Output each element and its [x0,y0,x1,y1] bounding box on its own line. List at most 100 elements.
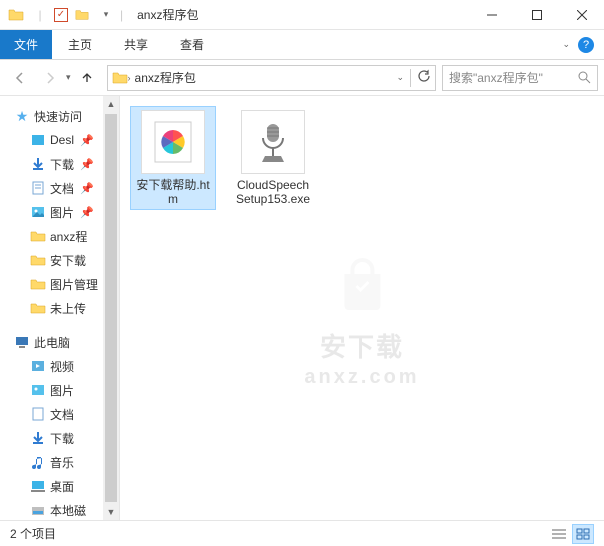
tree-item-icon [30,358,46,374]
tab-home[interactable]: 主页 [52,30,108,59]
sidebar-item[interactable]: 未上传 [0,296,119,320]
file-grid: 安下载帮助.htm CloudSpeechSetup153.exe [130,106,316,210]
item-count: 2 个项目 [10,525,56,542]
pin-icon: 📌 [80,206,94,219]
tree-item-icon: ★ [14,108,30,124]
window-controls [469,0,604,29]
help-icon[interactable]: ? [578,37,594,53]
sidebar-scrollbar[interactable]: ▲ ▼ [103,96,119,520]
forward-button[interactable] [36,64,64,92]
tree-item-icon [14,334,30,350]
pin-icon: 📌 [80,182,94,195]
content-pane[interactable]: 安下载 anxz.com 安下载帮助.htm CloudSpeechSetup15… [120,96,604,520]
tab-share[interactable]: 共享 [108,30,164,59]
history-dropdown-icon[interactable]: ▾ [66,72,71,83]
file-thumbnail [141,110,205,174]
qat-dropdown-icon[interactable]: ▾ [96,5,116,25]
sidebar-item[interactable]: 视频 [0,354,119,378]
icons-view-button[interactable] [572,524,594,544]
tree-item-label: 本地磁 [50,502,86,519]
tree-item-icon [30,276,46,292]
sidebar-item[interactable]: 图片 📌 [0,200,119,224]
scroll-thumb[interactable] [105,114,117,502]
tree-item-label: Desl [50,133,74,147]
tree-item-icon [30,132,46,148]
tree-item-label: 快速访问 [34,108,82,125]
sidebar-item[interactable]: 本地磁 [0,498,119,520]
nav-tree: ★快速访问Desl📌下载📌文档📌图片📌anxz程安下载图片管理未上传此电脑视频图… [0,104,119,520]
sidebar-item[interactable]: 下载 📌 [0,152,119,176]
tree-item-label: 文档 [50,406,74,423]
address-text: anxz程序包 [131,69,397,86]
sidebar-item[interactable]: 桌面 [0,474,119,498]
file-item[interactable]: 安下载帮助.htm [130,106,216,210]
tab-view[interactable]: 查看 [164,30,220,59]
details-view-button[interactable] [548,524,570,544]
sidebar-item[interactable]: 此电脑 [0,330,119,354]
pin-icon: 📌 [80,158,94,171]
folder-icon [112,70,128,86]
close-button[interactable] [559,0,604,29]
tree-item-label: 桌面 [50,478,74,495]
folder-icon [6,5,26,25]
qat-divider: | [30,5,50,25]
tree-item-label: 未上传 [50,300,86,317]
address-dropdown-icon[interactable]: ⌄ [396,72,404,83]
statusbar: 2 个项目 [0,520,604,546]
minimize-button[interactable] [469,0,514,29]
quick-access-toolbar: | ✓ ▾ | [0,5,129,25]
sidebar-item[interactable]: Desl 📌 [0,128,119,152]
body: ★快速访问Desl📌下载📌文档📌图片📌anxz程安下载图片管理未上传此电脑视频图… [0,96,604,520]
tree-item-icon [30,406,46,422]
checkbox-icon[interactable]: ✓ [54,8,68,22]
sidebar-item[interactable]: 下载 [0,426,119,450]
tree-item-label: 音乐 [50,454,74,471]
search-input[interactable]: 搜索"anxz程序包" [442,65,598,91]
tree-item-icon [30,252,46,268]
tree-item-icon [30,228,46,244]
search-icon [578,71,591,84]
file-tab[interactable]: 文件 [0,30,52,59]
sidebar-item[interactable]: 音乐 [0,450,119,474]
tree-item-label: 安下载 [50,252,86,269]
address-bar[interactable]: › anxz程序包 ⌄ [107,65,436,91]
tree-item-label: anxz程 [50,228,87,245]
tree-item-icon [30,156,46,172]
tree-item-label: 图片 [50,204,74,221]
tree-item-icon [30,180,46,196]
refresh-icon[interactable] [417,69,431,86]
back-button[interactable] [6,64,34,92]
tree-item-label: 图片管理 [50,276,98,293]
tree-item-label: 图片 [50,382,74,399]
sidebar-item[interactable]: ★快速访问 [0,104,119,128]
file-name: 安下载帮助.htm [134,178,212,206]
sidebar-item[interactable]: anxz程 [0,224,119,248]
tree-item-label: 此电脑 [34,334,70,351]
navbar: ▾ › anxz程序包 ⌄ 搜索"anxz程序包" [0,60,604,96]
sidebar-item[interactable]: 文档 [0,402,119,426]
tree-item-icon [30,502,46,518]
tree-item-icon [30,204,46,220]
titlebar: | ✓ ▾ | anxz程序包 [0,0,604,30]
watermark-bag-icon [332,254,392,314]
file-item[interactable]: CloudSpeechSetup153.exe [230,106,316,210]
watermark-text: 安下载 [304,327,419,364]
tree-item-icon [30,382,46,398]
sidebar-item[interactable]: 文档 📌 [0,176,119,200]
tree-item-icon [30,478,46,494]
tree-item-label: 视频 [50,358,74,375]
maximize-button[interactable] [514,0,559,29]
ribbon-expand-icon[interactable]: ⌄ [562,39,570,50]
sidebar-item[interactable]: 图片管理 [0,272,119,296]
tree-item-label: 文档 [50,180,74,197]
scroll-up-icon[interactable]: ▲ [103,96,119,112]
sidebar-item[interactable]: 图片 [0,378,119,402]
up-button[interactable] [73,64,101,92]
pin-icon: 📌 [80,134,94,147]
scroll-down-icon[interactable]: ▼ [103,504,119,520]
watermark-url: anxz.com [304,366,419,389]
sidebar: ★快速访问Desl📌下载📌文档📌图片📌anxz程安下载图片管理未上传此电脑视频图… [0,96,120,520]
sidebar-item[interactable]: 安下载 [0,248,119,272]
file-thumbnail [241,110,305,174]
tree-item-label: 下载 [50,156,74,173]
